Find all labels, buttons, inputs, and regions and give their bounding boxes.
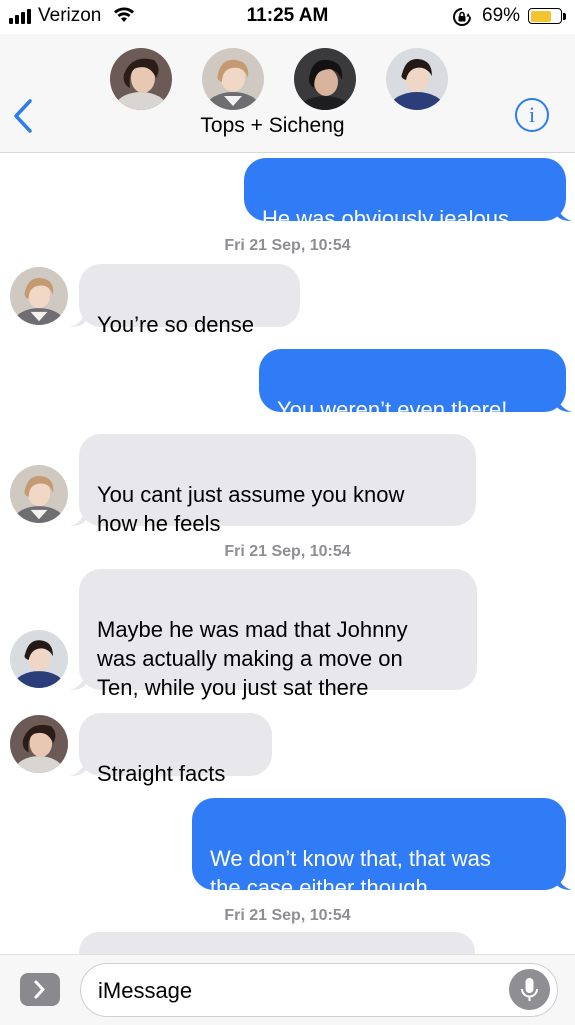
timestamp: Fri 21 Sep, 10:54: [224, 543, 351, 560]
message-input-placeholder: iMessage: [98, 978, 193, 1003]
rotation-lock-icon: [453, 8, 471, 26]
chevron-right-icon: [34, 980, 45, 999]
compose-bar: iMessage: [0, 954, 575, 1025]
status-bar: Verizon 11:25 AM 69%: [0, 0, 575, 34]
sent-message-bubble[interactable]: We don’t know that, that was the case ei…: [192, 798, 566, 900]
sent-message-bubble[interactable]: You weren’t even there!: [259, 349, 566, 422]
battery-percent: 69%: [482, 5, 521, 26]
avatar: [294, 48, 356, 110]
avatar[interactable]: [10, 715, 68, 773]
received-bubble-tail: [70, 307, 86, 327]
avatar: [386, 48, 448, 110]
info-button[interactable]: i: [515, 98, 549, 132]
message-text: We don’t know that, that was the case ei…: [210, 846, 491, 900]
message-text: Maybe he was mad that Johnny was actuall…: [97, 617, 408, 700]
timestamp: Fri 21 Sep, 10:54: [224, 907, 351, 924]
avatar: [110, 48, 172, 110]
message-input[interactable]: iMessage: [80, 963, 558, 1017]
avatar[interactable]: [10, 267, 68, 325]
timestamp: Fri 21 Sep, 10:54: [224, 237, 351, 254]
message-text: You weren’t even there!: [277, 397, 508, 422]
message-text: You cant just assume you know how he fee…: [97, 482, 405, 536]
received-message-bubble[interactable]: You’re so dense: [79, 264, 300, 337]
avatar[interactable]: [10, 465, 68, 523]
dictation-button[interactable]: [509, 969, 550, 1010]
group-name[interactable]: Tops + Sicheng: [0, 114, 545, 138]
received-bubble-tail: [70, 670, 86, 690]
received-bubble-tail: [70, 506, 86, 526]
avatar[interactable]: [10, 630, 68, 688]
microphone-icon: [521, 978, 538, 1001]
received-message-bubble[interactable]: Straight facts: [79, 713, 272, 786]
sent-bubble-tail: [556, 870, 572, 890]
conversation-header: Tops + Sicheng i: [0, 34, 575, 153]
avatar: [202, 48, 264, 110]
received-message-bubble[interactable]: You cant just assume you know how he fee…: [79, 434, 476, 536]
battery-icon: [528, 8, 562, 24]
sent-bubble-tail: [556, 392, 572, 412]
sent-message-bubble[interactable]: He was obviously jealous: [244, 158, 566, 231]
message-text: You’re so dense: [97, 312, 254, 337]
received-message-bubble[interactable]: Maybe he was mad that Johnny was actuall…: [79, 569, 477, 700]
battery-cap: [563, 13, 566, 20]
message-text: Straight facts: [97, 761, 226, 786]
sent-bubble-tail: [556, 201, 572, 221]
app-drawer-button[interactable]: [20, 973, 60, 1006]
received-bubble-tail: [70, 756, 86, 776]
message-text: He was obviously jealous: [262, 206, 510, 231]
